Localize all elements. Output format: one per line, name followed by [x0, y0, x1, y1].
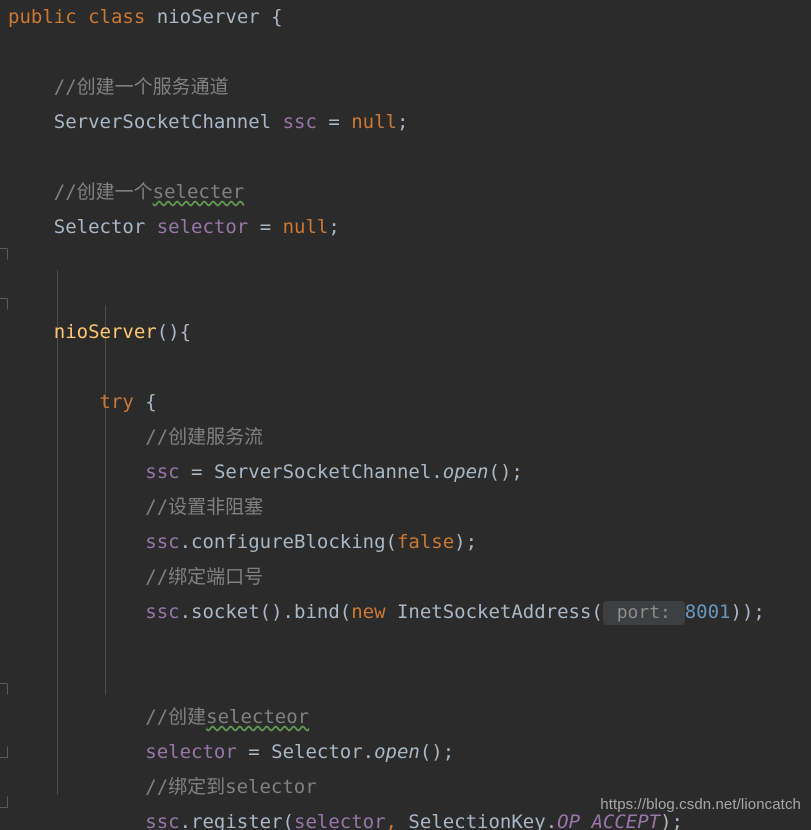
code-token: ssc [282, 111, 317, 133]
code-line[interactable] [0, 35, 811, 70]
code-token: //创建 [8, 706, 207, 728]
code-token: selecteor [206, 706, 310, 728]
watermark-url: https://blog.csdn.net/lioncatch [600, 796, 801, 813]
code-token: { [133, 391, 157, 413]
code-token: port: [602, 601, 685, 625]
code-line[interactable]: try { [0, 385, 811, 420]
code-token: ; [396, 111, 409, 133]
code-token: null [282, 216, 329, 238]
code-editor-pane[interactable]: public class nioServer { //创建一个服务通道 Serv… [0, 0, 811, 830]
code-line[interactable]: selector = Selector.open(); [0, 735, 811, 770]
code-line[interactable] [0, 245, 811, 280]
code-token: 8001 [684, 601, 731, 623]
code-line[interactable]: //绑定端口号 [0, 560, 811, 595]
code-token: ssc [145, 461, 180, 483]
code-line[interactable] [0, 665, 811, 700]
code-token: ServerSocketChannel [53, 111, 272, 133]
code-token: InetSocketAddress( [385, 601, 603, 623]
code-line[interactable]: //创建一个服务通道 [0, 70, 811, 105]
source-code[interactable]: public class nioServer { //创建一个服务通道 Serv… [0, 0, 811, 830]
code-token: new [351, 601, 386, 623]
code-token: //创建一个 [8, 181, 153, 203]
code-token: selecter [152, 181, 245, 203]
code-line[interactable]: ssc.socket().bind(new InetSocketAddress(… [0, 595, 811, 630]
code-line[interactable] [0, 630, 811, 665]
code-token: ; [328, 216, 340, 238]
code-token: nioServer [53, 321, 157, 343]
code-token: . [431, 461, 443, 483]
code-token: .register( [179, 811, 294, 830]
code-token: open [442, 461, 489, 483]
code-token: , [385, 811, 397, 830]
code-token: . [545, 811, 558, 830]
code-token: //绑定到selector [8, 776, 317, 798]
code-token: //绑定端口号 [8, 566, 264, 588]
code-line[interactable]: //设置非阻塞 [0, 490, 811, 525]
code-line[interactable] [0, 280, 811, 315]
code-token: = [316, 111, 352, 133]
code-token: )); [730, 601, 765, 623]
code-token: (); [419, 741, 455, 763]
code-line[interactable]: ssc = ServerSocketChannel.open(); [0, 455, 811, 490]
code-token: (){ [156, 321, 192, 343]
code-token: Selector [53, 216, 146, 238]
code-line[interactable]: //创建服务流 [0, 420, 811, 455]
code-line[interactable]: ServerSocketChannel ssc = null; [0, 105, 811, 140]
code-token: selector [294, 811, 386, 830]
code-token: ServerSocketChannel [213, 461, 432, 483]
code-token: .socket().bind( [179, 601, 352, 623]
code-token: open [374, 741, 420, 763]
code-token: selector [145, 741, 237, 763]
code-token: ssc [145, 811, 180, 830]
code-token: { [259, 6, 283, 28]
code-line[interactable]: //创建selecteor [0, 700, 811, 735]
code-token: //设置非阻塞 [8, 496, 264, 518]
code-token: Selector [271, 741, 363, 763]
code-token: = [236, 741, 272, 763]
code-line[interactable] [0, 350, 811, 385]
code-line[interactable] [0, 140, 811, 175]
code-token: ssc [145, 531, 180, 553]
code-token: nioServer [156, 6, 260, 28]
code-token: public [8, 6, 77, 28]
code-token: (); [488, 461, 523, 483]
code-token: = [179, 461, 214, 483]
code-token: //创建服务流 [8, 426, 264, 448]
code-token: .configureBlocking( [179, 531, 397, 553]
code-line[interactable]: ssc.configureBlocking(false); [0, 525, 811, 560]
code-token: SelectionKey [408, 811, 546, 830]
code-line[interactable]: nioServer(){ [0, 315, 811, 350]
code-token: ); [454, 531, 478, 553]
code-token: try [99, 391, 134, 413]
code-line[interactable]: public class nioServer { [0, 0, 811, 35]
code-line[interactable]: Selector selector = null; [0, 210, 811, 245]
code-token: = [248, 216, 283, 238]
code-token: null [351, 111, 397, 133]
code-token: //创建一个服务通道 [8, 76, 229, 98]
code-token: ssc [145, 601, 180, 623]
code-token: . [362, 741, 375, 763]
code-token: false [396, 531, 455, 553]
code-token: selector [156, 216, 249, 238]
code-line[interactable]: //创建一个selecter [0, 175, 811, 210]
code-token: class [88, 6, 146, 28]
